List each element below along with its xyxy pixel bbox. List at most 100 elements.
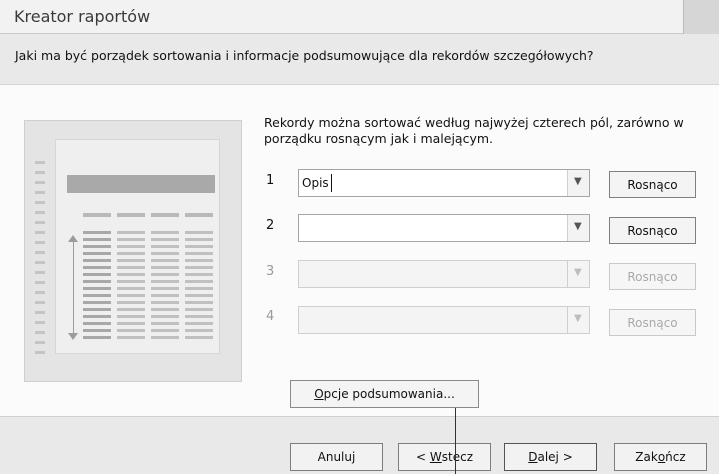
- margin-strip: [35, 251, 45, 254]
- chevron-down-icon[interactable]: ▼: [567, 215, 589, 241]
- sort-field-2-combo[interactable]: ▼: [298, 214, 590, 242]
- table-cell-graphic: [185, 301, 213, 304]
- arrow-down-icon: [68, 333, 78, 340]
- table-cell-graphic: [151, 336, 179, 339]
- table-cell-graphic: [83, 273, 111, 276]
- table-cell-graphic: [117, 245, 145, 248]
- table-cell-graphic: [83, 294, 111, 297]
- summary-options-button[interactable]: Opcje podsumowania...: [290, 380, 479, 408]
- next-button[interactable]: Dalej >: [504, 443, 597, 471]
- table-cell-graphic: [117, 259, 145, 262]
- report-illustration: [24, 120, 242, 382]
- back-label-suffix: stecz: [441, 450, 473, 464]
- table-cell-graphic: [185, 322, 213, 325]
- access-key: O: [314, 387, 324, 401]
- table-cell-graphic: [185, 238, 213, 241]
- column-header-dash: [185, 213, 213, 217]
- text-caret: [331, 174, 332, 192]
- table-cell-graphic: [151, 245, 179, 248]
- margin-strip: [35, 231, 45, 234]
- table-cell-graphic: [185, 294, 213, 297]
- margin-strip: [35, 291, 45, 294]
- sort-row-number: 2: [266, 218, 275, 233]
- table-cell-graphic: [151, 308, 179, 311]
- table-cell-graphic: [185, 336, 213, 339]
- margin-strip: [35, 301, 45, 304]
- margin-strip: [35, 331, 45, 334]
- column-header-dash: [151, 213, 179, 217]
- table-cell-graphic: [83, 280, 111, 283]
- table-cell-graphic: [151, 266, 179, 269]
- sort-field-3-combo[interactable]: ▼: [298, 260, 590, 288]
- table-cell-graphic: [151, 238, 179, 241]
- question-text: Jaki ma być porządek sortowania i inform…: [15, 48, 594, 63]
- table-cell-graphic: [151, 252, 179, 255]
- table-cell-graphic: [83, 238, 111, 241]
- table-cell-graphic: [185, 287, 213, 290]
- table-cell-graphic: [151, 287, 179, 290]
- margin-strip: [35, 341, 45, 344]
- margin-strip: [35, 281, 45, 284]
- back-button[interactable]: < Wstecz: [398, 443, 491, 471]
- table-cell-graphic: [151, 259, 179, 262]
- table-cell-graphic: [151, 301, 179, 304]
- cancel-label: Anuluj: [317, 450, 356, 464]
- callout-pointer-line: [455, 408, 456, 474]
- table-cell-graphic: [83, 336, 111, 339]
- chevron-down-icon: ▼: [567, 307, 589, 333]
- close-icon[interactable]: [683, 0, 719, 34]
- table-cell-graphic: [117, 252, 145, 255]
- margin-strip: [35, 261, 45, 264]
- finish-label-suffix: ńcz: [665, 450, 686, 464]
- table-cell-graphic: [83, 301, 111, 304]
- table-cell-graphic: [185, 273, 213, 276]
- footer-divider: [0, 416, 719, 417]
- title-bar: Kreator raportów: [0, 0, 719, 34]
- sort-field-1-combo[interactable]: Opis ▼: [298, 169, 590, 197]
- wizard-panel: Rekordy można sortować według najwyżej c…: [0, 84, 719, 416]
- window-title: Kreator raportów: [14, 7, 151, 26]
- chevron-down-icon[interactable]: ▼: [567, 170, 589, 196]
- cancel-button[interactable]: Anuluj: [290, 443, 383, 471]
- table-cell-graphic: [83, 252, 111, 255]
- table-cell-graphic: [117, 280, 145, 283]
- access-key: W: [429, 450, 442, 464]
- table-cell-graphic: [151, 273, 179, 276]
- table-cell-graphic: [83, 231, 111, 234]
- column-header-dash: [117, 213, 145, 217]
- table-cell-graphic: [83, 259, 111, 262]
- table-cell-graphic: [117, 238, 145, 241]
- table-cell-graphic: [185, 245, 213, 248]
- table-cell-graphic: [83, 329, 111, 332]
- table-cell-graphic: [117, 336, 145, 339]
- table-cell-graphic: [83, 245, 111, 248]
- margin-strip: [35, 271, 45, 274]
- table-cell-graphic: [185, 308, 213, 311]
- table-cell-graphic: [83, 322, 111, 325]
- sort-row-number: 4: [266, 309, 275, 324]
- finish-button[interactable]: Zak o ńcz: [614, 443, 707, 471]
- table-cell-graphic: [117, 329, 145, 332]
- access-key: o: [657, 450, 666, 464]
- margin-strip: [35, 171, 45, 174]
- sort-order-4-button: Rosnąco: [609, 309, 696, 336]
- sort-field-4-combo[interactable]: ▼: [298, 306, 590, 334]
- description-text: Rekordy można sortować według najwyżej c…: [264, 115, 684, 146]
- sort-axis-line: [73, 241, 74, 336]
- finish-label-prefix: Zak: [635, 450, 658, 464]
- margin-strip: [35, 351, 45, 354]
- sort-order-2-button[interactable]: Rosnąco: [609, 217, 696, 244]
- table-cell-graphic: [117, 287, 145, 290]
- sort-field-1-value: Opis: [302, 176, 329, 190]
- sort-order-1-button[interactable]: Rosnąco: [609, 171, 696, 198]
- table-cell-graphic: [151, 294, 179, 297]
- table-cell-graphic: [117, 273, 145, 276]
- table-cell-graphic: [185, 315, 213, 318]
- next-label-suffix: alej >: [537, 450, 573, 464]
- margin-strip: [35, 181, 45, 184]
- table-cell-graphic: [185, 252, 213, 255]
- column-header-dash: [83, 213, 111, 217]
- table-cell-graphic: [117, 322, 145, 325]
- table-cell-graphic: [117, 266, 145, 269]
- access-key: D: [528, 450, 538, 464]
